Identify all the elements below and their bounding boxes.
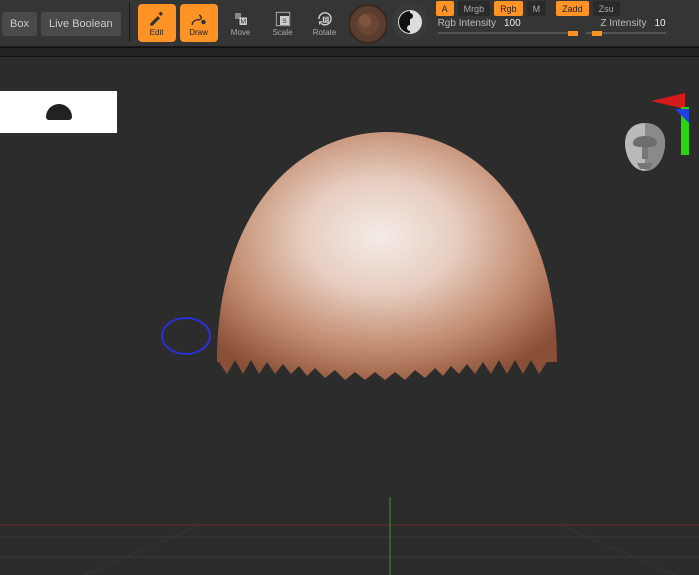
z-intensity-slider[interactable]	[586, 32, 666, 34]
scale-icon: S	[274, 10, 292, 28]
rotate-icon: R	[316, 10, 334, 28]
rgb-intensity-slider[interactable]	[438, 32, 578, 34]
move-icon: M	[232, 10, 250, 28]
material-sphere-button[interactable]	[348, 4, 388, 44]
rotate-button[interactable]: R Rotate	[306, 4, 344, 42]
edit-button[interactable]: Edit	[138, 4, 176, 42]
a-mode-chip[interactable]: A	[436, 1, 454, 16]
move-button[interactable]: M Move	[222, 4, 260, 42]
svg-text:M: M	[240, 18, 246, 25]
material-sphere-icon	[355, 11, 381, 37]
subtool-thumbnail[interactable]	[0, 91, 117, 133]
box-button[interactable]: Box	[2, 12, 37, 36]
zsu-mode-chip[interactable]: Zsu	[593, 1, 620, 16]
edit-icon	[148, 10, 166, 28]
navigation-head-icon	[605, 91, 689, 211]
live-boolean-button[interactable]: Live Boolean	[41, 12, 121, 36]
floor-grid	[0, 497, 699, 575]
m-mode-chip[interactable]: M	[527, 1, 547, 16]
navigation-gizmo[interactable]	[605, 91, 689, 214]
mrgb-mode-chip[interactable]: Mrgb	[458, 1, 491, 16]
shelf-scroll[interactable]	[0, 47, 699, 57]
zadd-mode-chip[interactable]: Zadd	[556, 1, 589, 16]
draw-button[interactable]: Draw	[180, 4, 218, 42]
subtool-silhouette-icon	[46, 104, 72, 120]
rgb-intensity-label: Rgb Intensity	[438, 18, 496, 29]
divider	[129, 2, 130, 42]
z-intensity-value: 10	[654, 18, 665, 29]
edit-label: Edit	[150, 28, 164, 37]
svg-text:R: R	[323, 18, 328, 24]
rgb-intensity-value: 100	[504, 18, 521, 29]
viewport[interactable]	[0, 57, 699, 575]
move-label: Move	[231, 28, 251, 37]
rgb-mode-chip[interactable]: Rgb	[494, 1, 523, 16]
svg-text:S: S	[282, 17, 287, 24]
brush-cursor	[161, 317, 211, 355]
draw-icon	[190, 10, 208, 28]
z-intensity-label: Z Intensity	[600, 18, 646, 29]
draw-label: Draw	[189, 28, 208, 37]
scale-label: Scale	[273, 28, 293, 37]
top-toolbar: Box Live Boolean Edit Draw M Move S Scal…	[0, 0, 699, 47]
mode-panel: A Mrgb Rgb M Zadd Zsu Rgb Intensity 100 …	[434, 0, 670, 36]
rotate-label: Rotate	[313, 28, 337, 37]
mesh-object[interactable]	[197, 122, 577, 392]
scale-button[interactable]: S Scale	[264, 4, 302, 42]
perspective-icon	[397, 9, 423, 35]
perspective-button[interactable]	[392, 4, 428, 40]
